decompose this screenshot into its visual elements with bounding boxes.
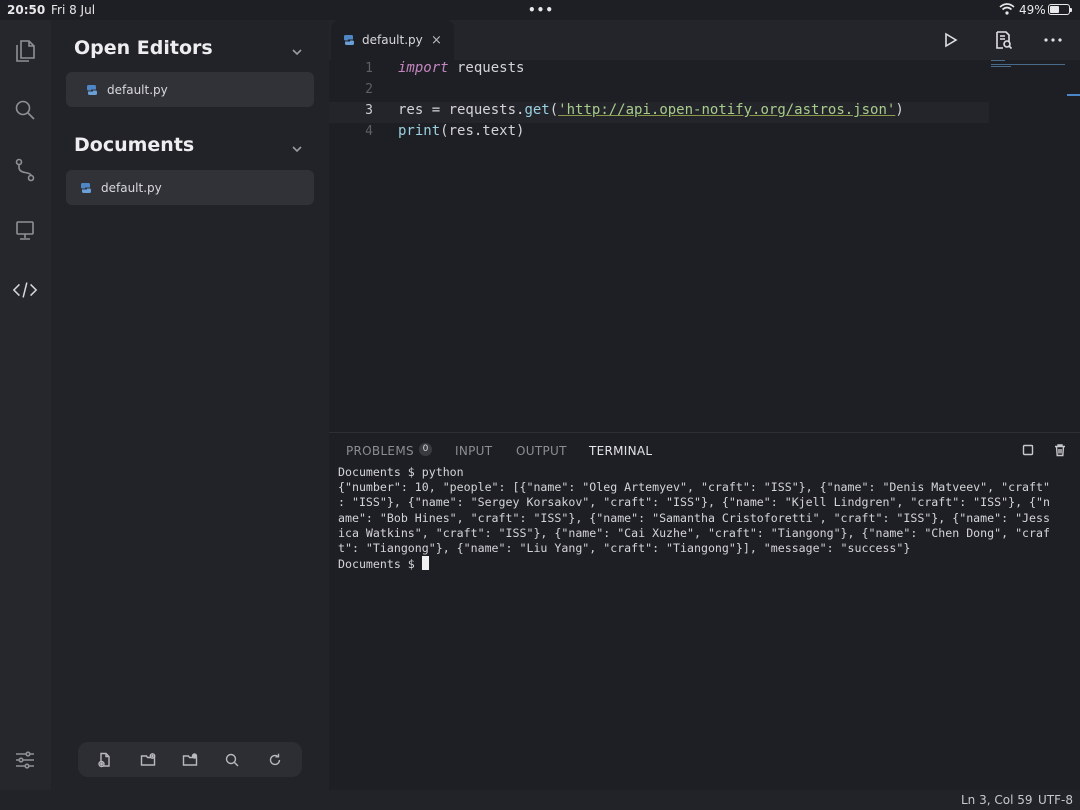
document-file[interactable]: default.py — [66, 170, 314, 205]
code-token: (res.text) — [440, 123, 525, 139]
date: Fri 8 Jul — [51, 3, 96, 17]
terminal-prompt-line[interactable]: Documents $ — [338, 556, 1060, 572]
terminal-output[interactable]: Documents $ python {"number": 10, "people… — [338, 465, 1060, 572]
code-editor[interactable]: 1 import requests 2 3 res = requests.get… — [329, 60, 1080, 432]
line-number: 4 — [365, 124, 373, 139]
function-name: print — [398, 123, 441, 139]
system-status-bar: 20:50 Fri 8 Jul ••• 49% — [0, 0, 1080, 20]
files-icon[interactable] — [12, 38, 38, 64]
clock: 20:50 — [7, 3, 46, 17]
chevron-down-icon[interactable] — [291, 43, 303, 56]
code-icon[interactable] — [12, 277, 38, 303]
terminal-prompt: Documents $ — [338, 557, 422, 572]
remote-icon[interactable] — [12, 217, 38, 243]
more-icon[interactable] — [1043, 30, 1063, 50]
code-token: requests — [448, 60, 525, 76]
terminal-cursor — [421, 556, 429, 571]
editor-tab-bar: default.py × — [329, 20, 1080, 60]
line-number: 1 — [365, 61, 373, 76]
terminal-line: ica Watkins", "craft": "ISS"}, {"name": … — [338, 525, 1050, 540]
sidebar: Open Editors default.py Documents defaul… — [51, 20, 329, 790]
line-number: 3 — [365, 103, 373, 118]
code-line-current[interactable]: 3 res = requests.get('http://api.open-no… — [329, 102, 989, 123]
editor-area: default.py × 1 import requests 2 3 res =… — [329, 20, 1080, 790]
code-token: res = requests. — [398, 102, 525, 118]
terminal-line: t": "Tiangong"}, {"name": "Liu Yang", "c… — [338, 541, 911, 556]
code-text: import requests — [398, 60, 524, 76]
wifi-icon — [999, 3, 1015, 18]
search-icon[interactable] — [12, 97, 38, 123]
search-icon[interactable] — [224, 752, 240, 768]
code-line[interactable]: 4 print(res.text) — [329, 123, 989, 144]
app-window: 20:50 Fri 8 Jul ••• 49% Open Editors def… — [0, 0, 1080, 810]
sidebar-toolbar — [78, 742, 302, 777]
open-editor-file[interactable]: default.py — [66, 72, 314, 107]
tab-default-py[interactable]: default.py × — [331, 20, 454, 60]
problems-count-badge: 0 — [419, 443, 432, 456]
preview-icon[interactable] — [993, 30, 1013, 50]
tab-terminal[interactable]: TERMINAL — [589, 444, 652, 458]
refresh-icon[interactable] — [267, 752, 283, 768]
tab-input[interactable]: INPUT — [455, 444, 492, 458]
terminal-line: Documents $ python — [338, 465, 464, 479]
code-token: ( — [549, 102, 559, 118]
editor-status-bar: Ln 3, Col 59 UTF-8 — [0, 790, 1080, 810]
chevron-down-icon[interactable] — [291, 140, 303, 153]
panel-tabs: PROBLEMS 0 INPUT OUTPUT TERMINAL — [329, 433, 1080, 463]
battery-percent: 49% — [1019, 3, 1046, 17]
multitasking-dots[interactable]: ••• — [528, 3, 554, 17]
open-editors-title[interactable]: Open Editors — [74, 37, 213, 59]
code-text: res = requests.get('http://api.open-noti… — [398, 102, 904, 118]
code-token: ) — [895, 102, 904, 118]
line-number: 2 — [365, 82, 373, 97]
run-icon[interactable] — [940, 30, 960, 50]
tab-label: default.py — [362, 33, 423, 47]
cursor-position[interactable]: Ln 3, Col 59 — [961, 793, 1033, 807]
maximize-panel-icon[interactable] — [1021, 443, 1035, 457]
code-line[interactable]: 1 import requests — [329, 60, 989, 81]
new-folder-icon[interactable] — [140, 752, 156, 768]
activity-bar — [0, 20, 51, 790]
close-icon[interactable]: × — [431, 33, 442, 48]
bottom-panel: PROBLEMS 0 INPUT OUTPUT TERMINAL Documen… — [329, 432, 1080, 790]
battery-level — [1050, 6, 1059, 13]
python-file-icon — [87, 84, 97, 95]
battery-icon — [1048, 4, 1072, 15]
tab-problems[interactable]: PROBLEMS — [346, 444, 414, 458]
settings-sliders-icon[interactable] — [12, 747, 38, 773]
code-line[interactable]: 2 — [329, 81, 989, 102]
python-file-icon — [81, 182, 91, 193]
terminal-line: {"number": 10, "people": [{"name": "Oleg… — [338, 480, 1050, 495]
documents-title[interactable]: Documents — [74, 134, 194, 156]
trash-icon[interactable] — [1053, 443, 1067, 457]
terminal-line: : "ISS"}, {"name": "Sergey Korsakov", "c… — [338, 495, 1050, 510]
source-control-icon[interactable] — [12, 157, 38, 183]
string-literal: 'http://api.open-notify.org/astros.json' — [558, 102, 896, 118]
terminal-line: ame": "Bob Hines", "craft": "ISS"}, {"na… — [338, 510, 1050, 525]
scrollbar-marker[interactable] — [1067, 94, 1080, 96]
function-name: get — [524, 102, 550, 118]
file-name: default.py — [107, 82, 168, 97]
tab-output[interactable]: OUTPUT — [516, 444, 567, 458]
file-encoding[interactable]: UTF-8 — [1038, 793, 1073, 807]
python-file-icon — [344, 35, 354, 45]
minimap[interactable] — [991, 60, 1065, 68]
open-folder-icon[interactable] — [182, 752, 198, 768]
new-file-icon[interactable] — [97, 752, 113, 768]
code-text: print(res.text) — [398, 123, 524, 139]
file-name: default.py — [101, 180, 162, 195]
keyword: import — [398, 60, 449, 76]
